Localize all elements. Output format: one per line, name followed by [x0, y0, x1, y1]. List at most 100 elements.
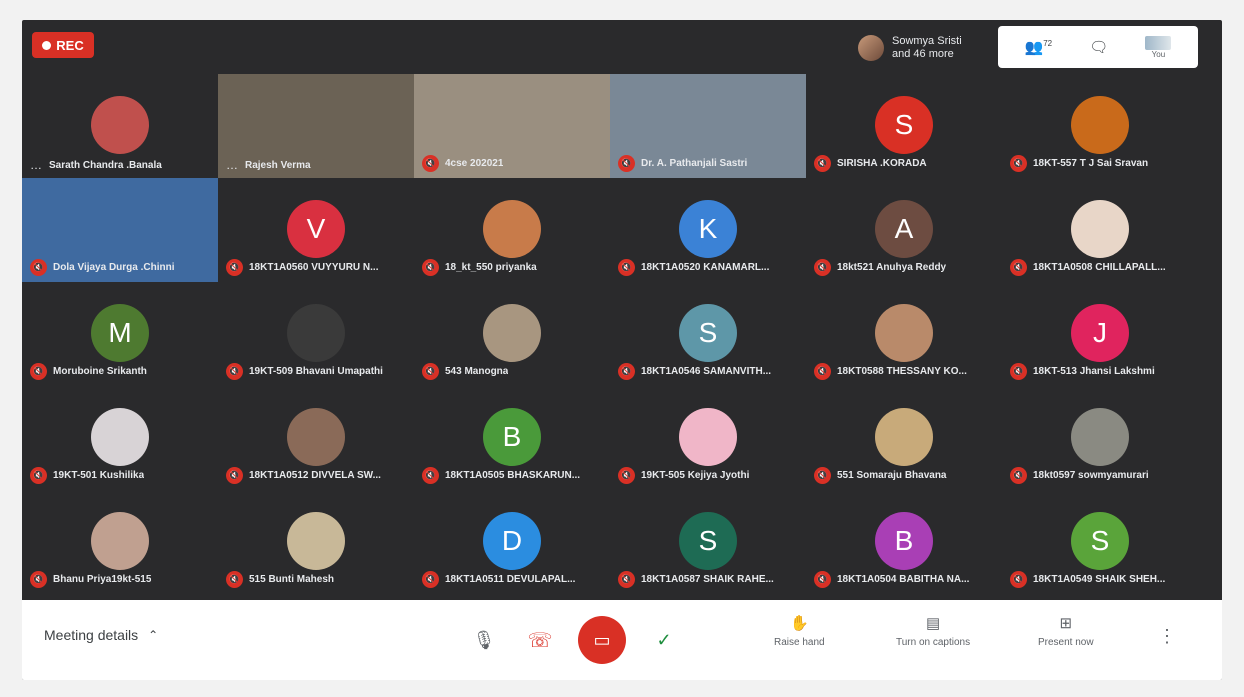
- participant-name: Bhanu Priya19kt-515: [53, 574, 152, 585]
- participant-tile[interactable]: 🔇 4cse 202021: [414, 74, 610, 178]
- recording-badge: REC: [32, 32, 94, 58]
- chat-icon: 🗨: [1089, 39, 1109, 56]
- participant-name: 18KT1A0560 VUYYURU N...: [249, 262, 379, 273]
- participant-name-bar: 🔇 543 Manogna: [422, 363, 606, 380]
- more-options-button[interactable]: ⋮: [1158, 626, 1176, 647]
- participant-tile[interactable]: 🔇 18KT1A0508 CHILLAPALL...: [1002, 178, 1198, 282]
- top-right-panel: 👥72 🗨 You: [998, 26, 1198, 68]
- participant-name: Dr. A. Pathanjali Sastri: [641, 158, 748, 169]
- participant-avatar: K: [679, 200, 737, 258]
- participant-tile[interactable]: M 🔇 Moruboine Srikanth: [22, 282, 218, 386]
- confirm-button[interactable]: ✓: [646, 622, 682, 658]
- present-icon: ⊞: [1059, 615, 1073, 632]
- participant-tile[interactable]: 🔇 Dr. A. Pathanjali Sastri: [610, 74, 806, 178]
- participant-tile[interactable]: 🔇 19KT-505 Kejiya Jyothi: [610, 386, 806, 490]
- checkmark-icon: ✓: [656, 629, 672, 650]
- captions-icon: ▤: [925, 615, 941, 632]
- participant-name: 18KT-513 Jhansi Lakshmi: [1033, 366, 1155, 377]
- raise-hand-button[interactable]: ✋ Raise hand: [774, 614, 825, 648]
- mic-off-icon: 🔇: [422, 259, 439, 276]
- camera-toggle-button[interactable]: ▭: [578, 616, 626, 664]
- microphone-icon: 🎙: [472, 629, 496, 650]
- participant-tile[interactable]: S 🔇 SIRISHA .KORADA: [806, 74, 1002, 178]
- participant-tile[interactable]: S 🔇 18KT1A0587 SHAIK RAHE...: [610, 490, 806, 594]
- presenter-more: and 46 more: [892, 48, 954, 60]
- participant-name: 551 Somaraju Bhavana: [837, 470, 947, 481]
- participant-tile[interactable]: 🔇 18KT-557 T J Sai Sravan: [1002, 74, 1198, 178]
- mic-off-icon: 🔇: [226, 571, 243, 588]
- participant-avatar: [287, 512, 345, 570]
- participant-tile[interactable]: J 🔇 18KT-513 Jhansi Lakshmi: [1002, 282, 1198, 386]
- participant-name-bar: 🔇 551 Somaraju Bhavana: [814, 467, 998, 484]
- participant-avatar: B: [875, 512, 933, 570]
- participant-tile[interactable]: … Rajesh Verma: [218, 74, 414, 178]
- participant-avatar: [91, 512, 149, 570]
- participant-name: 515 Bunti Mahesh: [249, 574, 335, 585]
- participant-tile[interactable]: 🔇 18kt0597 sowmyamurari: [1002, 386, 1198, 490]
- participant-tile[interactable]: 🔇 551 Somaraju Bhavana: [806, 386, 1002, 490]
- participant-count: 72: [1043, 39, 1053, 48]
- participant-tile[interactable]: S 🔇 18KT1A0549 SHAIK SHEH...: [1002, 490, 1198, 594]
- leave-call-button[interactable]: ☏: [522, 622, 558, 658]
- participant-avatar: V: [287, 200, 345, 258]
- mic-off-icon: 🔇: [618, 571, 635, 588]
- microphone-button[interactable]: 🎙: [466, 622, 502, 658]
- participant-avatar: S: [679, 304, 737, 362]
- chat-button[interactable]: 🗨: [1089, 38, 1108, 56]
- mic-off-icon: 🔇: [422, 363, 439, 380]
- participant-tile[interactable]: V 🔇 18KT1A0560 VUYYURU N...: [218, 178, 414, 282]
- present-now-button[interactable]: ⊞ Present now: [1038, 614, 1094, 648]
- participant-tile[interactable]: 🔇 515 Bunti Mahesh: [218, 490, 414, 594]
- mic-off-icon: 🔇: [1010, 363, 1027, 380]
- raise-hand-label: Raise hand: [774, 637, 825, 648]
- participant-tile[interactable]: B 🔇 18KT1A0504 BABITHA NA...: [806, 490, 1002, 594]
- participant-name: 18KT1A0520 KANAMARL...: [641, 262, 770, 273]
- participant-tile[interactable]: … Sarath Chandra .Banala: [22, 74, 218, 178]
- self-view[interactable]: You: [1145, 35, 1172, 59]
- mic-off-icon: 🔇: [1010, 571, 1027, 588]
- participant-name-bar: 🔇 18kt0597 sowmyamurari: [1010, 467, 1194, 484]
- captions-button[interactable]: ▤ Turn on captions: [896, 614, 970, 648]
- participant-name-bar: 🔇 18KT1A0511 DEVULAPAL...: [422, 571, 606, 588]
- meeting-details-button[interactable]: Meeting details ⌃: [44, 627, 158, 643]
- participant-avatar: A: [875, 200, 933, 258]
- participant-avatar: [483, 200, 541, 258]
- participant-tile[interactable]: A 🔇 18kt521 Anuhya Reddy: [806, 178, 1002, 282]
- participant-name-bar: … Sarath Chandra .Banala: [30, 158, 214, 172]
- recording-label: REC: [56, 37, 84, 53]
- participant-tile[interactable]: K 🔇 18KT1A0520 KANAMARL...: [610, 178, 806, 282]
- participant-avatar: J: [1071, 304, 1129, 362]
- participant-avatar: S: [679, 512, 737, 570]
- self-view-label: You: [1151, 49, 1166, 59]
- participant-avatar: [875, 304, 933, 362]
- people-button[interactable]: 👥72: [1025, 38, 1053, 56]
- participant-tile[interactable]: 🔇 19KT-509 Bhavani Umapathi: [218, 282, 414, 386]
- participant-tile[interactable]: 🔇 543 Manogna: [414, 282, 610, 386]
- participant-name-bar: 🔇 SIRISHA .KORADA: [814, 155, 998, 172]
- participant-name: 19KT-505 Kejiya Jyothi: [641, 470, 750, 481]
- participant-tile[interactable]: B 🔇 18KT1A0505 BHASKARUN...: [414, 386, 610, 490]
- participant-tile[interactable]: 🔇 18KT0588 THESSANY KO...: [806, 282, 1002, 386]
- participant-avatar: [875, 408, 933, 466]
- more-horizontal-icon: …: [226, 158, 239, 172]
- participant-tile[interactable]: S 🔇 18KT1A0546 SAMANVITH...: [610, 282, 806, 386]
- participant-tile[interactable]: 🔇 18KT1A0512 DIVVELA SW...: [218, 386, 414, 490]
- participant-tile[interactable]: 🔇 18_kt_550 priyanka: [414, 178, 610, 282]
- participant-name: 18KT1A0546 SAMANVITH...: [641, 366, 772, 377]
- mic-off-icon: 🔇: [814, 155, 831, 172]
- participant-avatar: [483, 304, 541, 362]
- more-vertical-icon: ⋮: [1158, 626, 1176, 646]
- participant-tile[interactable]: 🔇 Bhanu Priya19kt-515: [22, 490, 218, 594]
- participant-tile[interactable]: 🔇 19KT-501 Kushilika: [22, 386, 218, 490]
- hand-icon: ✋: [789, 615, 809, 632]
- phone-hangup-icon: ☏: [527, 629, 553, 652]
- participant-name-bar: 🔇 18KT-557 T J Sai Sravan: [1010, 155, 1194, 172]
- participant-tile[interactable]: D 🔇 18KT1A0511 DEVULAPAL...: [414, 490, 610, 594]
- participant-name: 18KT0588 THESSANY KO...: [837, 366, 967, 377]
- more-horizontal-icon: …: [30, 158, 43, 172]
- participant-tile[interactable]: 🔇 Dola Vijaya Durga .Chinni: [22, 178, 218, 282]
- participant-name: Dola Vijaya Durga .Chinni: [53, 262, 175, 273]
- participant-name: 18KT1A0505 BHASKARUN...: [445, 470, 581, 481]
- meeting-details-label: Meeting details: [44, 627, 139, 643]
- participant-name-bar: 🔇 18KT1A0504 BABITHA NA...: [814, 571, 998, 588]
